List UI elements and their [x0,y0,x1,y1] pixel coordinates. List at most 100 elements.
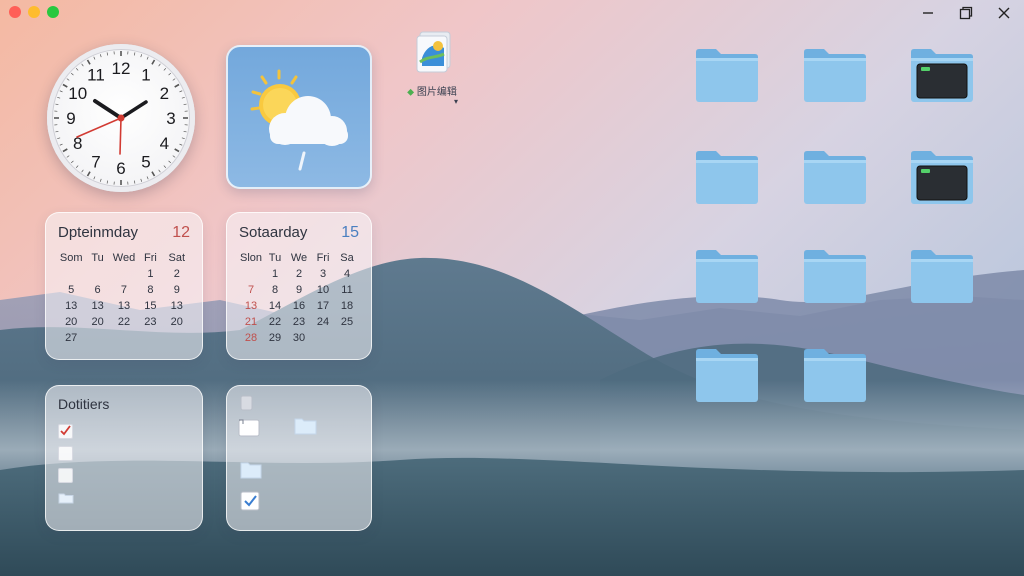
clock-widget[interactable]: 12 1 2 3 4 5 6 7 8 9 10 11 [47,44,195,192]
todo-item[interactable] [58,464,190,486]
todo-item[interactable] [58,486,190,508]
calendar-day[interactable]: 2 [164,268,190,281]
calendar-day[interactable]: 7 [239,284,263,297]
calendar-grid: Som Tu Wed Fri Sat 1 2 5 6 7 8 9 13 13 13 15 13 20 20 22 23 2… [58,252,190,345]
clock-tick [81,63,84,67]
calendar-day[interactable]: 1 [263,268,287,281]
calendar-day[interactable]: 14 [263,300,287,313]
zoom-window-button[interactable] [47,6,59,18]
checkbox-checked[interactable] [58,423,73,439]
clock-tick [133,180,136,184]
calendar-day[interactable]: 23 [137,316,163,329]
folder[interactable] [802,46,868,104]
calendar-day[interactable]: 13 [164,300,190,313]
calendar-day [84,332,110,345]
calendar-day [137,332,163,345]
minimize-window-button[interactable] [28,6,40,18]
calendar-day[interactable]: 8 [137,284,163,297]
todo-item[interactable] [58,420,190,442]
weekday-label: Fri [316,252,330,264]
folder[interactable] [802,148,868,206]
folder-icon [696,349,758,402]
calendar-day[interactable]: 16 [287,300,311,313]
clock-tick [106,52,109,56]
calendar-day[interactable]: 15 [137,300,163,313]
calendar-day[interactable]: 13 [239,300,263,313]
terminal-folder[interactable] [909,148,975,206]
calendar-day[interactable]: 13 [58,300,84,313]
weather-widget[interactable] [226,45,372,189]
calendar-day[interactable]: 9 [287,284,311,297]
calendar-day[interactable]: 9 [164,284,190,297]
clock-center-pin [117,114,125,122]
reminders-widget[interactable]: Dotitiers [45,385,203,531]
folder[interactable] [802,346,868,404]
checkbox-unchecked[interactable] [58,467,73,483]
close-window-button[interactable] [9,6,21,18]
minimize-button[interactable] [916,3,940,23]
calendar-day[interactable]: 22 [111,316,137,329]
folder[interactable] [694,247,760,305]
calendar-day[interactable]: 7 [111,284,137,297]
clock-tick [179,143,183,146]
calendar-day[interactable]: 13 [111,300,137,313]
terminal-folder[interactable] [909,46,975,104]
clock-tick [99,178,102,182]
clock-tick [93,176,96,180]
clock-numeral: 5 [141,152,150,171]
desktop-file-image-editor[interactable]: ⬥ 图片编辑 ▾ [400,28,464,106]
restore-button[interactable] [954,3,978,23]
folder[interactable] [694,46,760,104]
calendar-day[interactable]: 8 [263,284,287,297]
calendar-day[interactable]: 3 [311,268,335,281]
calendar-day[interactable]: 25 [335,316,359,329]
calendar-day[interactable]: 29 [263,332,287,345]
calendar-day [335,332,359,345]
calendar-day[interactable]: 13 [84,300,110,313]
weekday-label: We [290,252,308,264]
calendar-day [111,332,137,345]
clock-tick [181,137,185,140]
hour-hand [93,99,123,120]
calendar-day[interactable]: 4 [335,268,359,281]
checkbox-unchecked[interactable] [58,445,73,461]
checkbox-checked[interactable] [240,491,260,511]
calendar-day[interactable]: 17 [311,300,335,313]
calendar-day[interactable]: 2 [287,268,311,281]
reminders-title: Dotitiers [58,396,110,412]
calendar-day[interactable]: 20 [164,316,190,329]
calendar-widget-left[interactable]: Dpteinmday 12 Som Tu Wed Fri Sat 1 2 5 6 7 8 9 13 13 1… [45,212,203,360]
clock-tick [172,155,176,158]
calendar-day [311,332,335,345]
weekday-label: Tu [91,252,104,264]
clock-tick [168,160,172,164]
clock-tick [163,165,167,169]
calendar-day[interactable]: 18 [335,300,359,313]
calendar-day[interactable]: 6 [84,284,110,297]
close-button[interactable] [992,3,1016,23]
calendar-day [111,268,137,281]
folder[interactable] [694,346,760,404]
calendar-day[interactable]: 5 [58,284,84,297]
calendar-day[interactable]: 22 [263,316,287,329]
calendar-day[interactable]: 20 [58,316,84,329]
clock-numeral: 12 [112,59,131,78]
calendar-day[interactable]: 28 [239,332,263,345]
calendar-day[interactable]: 11 [335,284,359,297]
calendar-day[interactable]: 30 [287,332,311,345]
calendar-day[interactable]: 1 [137,268,163,281]
files-widget[interactable] [226,385,372,531]
calendar-day[interactable]: 24 [311,316,335,329]
calendar-widget-right[interactable]: Sotaarday 15 Slon Tu We Fri Sa 1 2 3 4 7 8 9 10 11 13 1… [226,212,372,360]
folder[interactable] [694,148,760,206]
calendar-day[interactable]: 10 [311,284,335,297]
calendar-day[interactable]: 20 [84,316,110,329]
todo-item[interactable] [58,442,190,464]
chevron-down-icon: ▾ [453,97,458,106]
calendar-day[interactable]: 21 [239,316,263,329]
calendar-day[interactable]: 23 [287,316,311,329]
calendar-day[interactable]: 27 [58,332,84,345]
folder[interactable] [909,247,975,305]
folder[interactable] [802,247,868,305]
minute-hand [119,100,148,120]
